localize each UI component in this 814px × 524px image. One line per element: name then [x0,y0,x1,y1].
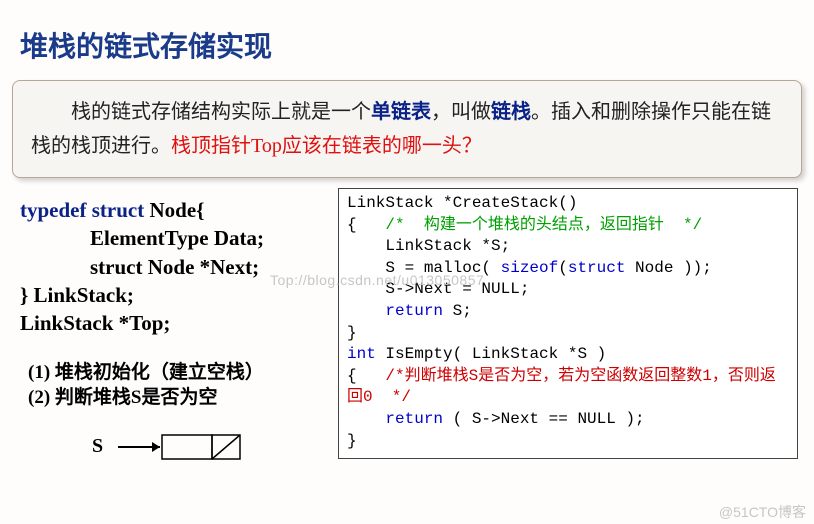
lower-content: typedef struct Node{ ElementType Data; s… [0,188,814,471]
code-block: LinkStack *CreateStack() { /* 构建一个堆栈的头结点… [338,188,798,459]
c-l9-comment: /*判断堆栈S是否为空，若为空函数返回整数1，否则返回0 */ [347,367,776,407]
c-l6c: S; [443,302,472,320]
c-l9a: { [347,367,385,385]
kw-struct: struct [92,198,144,222]
intro-paragraph: 栈的链式存储结构实际上就是一个单链表，叫做链栈。插入和删除操作只能在链栈的栈顶进… [12,80,802,178]
c-l5: S->Next = NULL; [347,280,529,298]
c-kw-return2: return [385,410,443,428]
intro-mid1: ，叫做 [431,101,491,123]
c-l1: LinkStack *CreateStack() [347,194,577,212]
c-l11: } [347,432,357,450]
struct-name: Node{ [144,198,204,222]
c-l3: LinkStack *S; [347,237,510,255]
intro-question: 栈顶指针Top应该在链表的哪一头？ [171,135,482,157]
arrow-node-icon [118,431,268,465]
c-l10a [347,410,385,428]
term-linked-list: 单链表 [371,101,431,123]
c-l6a [347,302,385,320]
c-kw-struct2: struct [568,259,626,277]
c-kw-int: int [347,345,376,363]
c-kw-sizeof: sizeof [501,259,559,277]
stack-diagram: S [110,431,270,471]
c-l2a: { [347,216,385,234]
page-title: 堆栈的链式存储实现 [0,0,814,65]
c-kw-return1: return [385,302,443,320]
intro-text-pre: 栈的链式存储结构实际上就是一个 [71,101,371,123]
c-l4a: S = malloc( [347,259,501,277]
term-link-stack: 链栈 [491,101,531,123]
c-l4e: Node )); [625,259,711,277]
c-l4c: ( [558,259,568,277]
c-l2-comment: /* 构建一个堆栈的头结点，返回指针 */ [385,216,702,234]
c-l10c: ( S->Next == NULL ); [443,410,645,428]
c-l8b: IsEmpty( LinkStack *S ) [376,345,606,363]
kw-typedef: typedef [20,198,87,222]
c-l7: } [347,324,357,342]
diagram-label-s: S [92,435,103,458]
watermark-51cto: @51CTO博客 [719,502,806,522]
